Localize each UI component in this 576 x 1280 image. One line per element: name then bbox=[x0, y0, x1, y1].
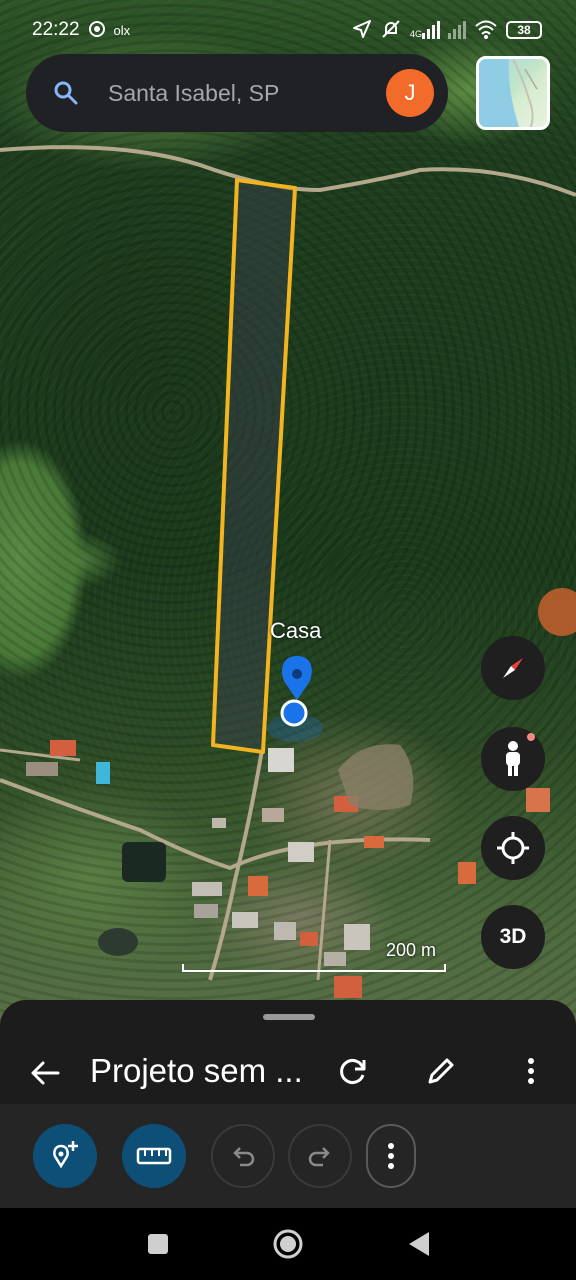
rooftop bbox=[192, 882, 222, 896]
status-left: 22:22 olx bbox=[32, 19, 130, 41]
mobile-signal-icon: 4G bbox=[410, 21, 440, 39]
account-avatar[interactable]: J bbox=[386, 69, 434, 117]
project-sheet[interactable]: Projeto sem ... bbox=[0, 1000, 576, 1208]
rooftop bbox=[262, 808, 284, 822]
rooftop bbox=[26, 762, 58, 776]
street-view-button[interactable] bbox=[481, 727, 545, 791]
clearing bbox=[338, 744, 414, 810]
search-icon bbox=[54, 81, 78, 105]
scale-label: 200 m bbox=[385, 940, 436, 960]
rooftop bbox=[212, 818, 226, 828]
placemark-label[interactable]: Casa bbox=[270, 618, 321, 644]
placemark-anchor bbox=[280, 699, 308, 727]
pond bbox=[122, 842, 166, 882]
street-view-dot bbox=[527, 733, 535, 741]
search-input[interactable]: Santa Isabel, SP bbox=[108, 80, 386, 107]
add-placemark-button[interactable] bbox=[33, 1124, 97, 1188]
map-thumbnail bbox=[479, 59, 538, 127]
project-toolbar bbox=[0, 1104, 576, 1208]
home-icon bbox=[273, 1229, 303, 1259]
location-arrow-icon bbox=[352, 19, 372, 42]
olx-notification-icon: olx bbox=[113, 22, 131, 38]
ruler-icon bbox=[136, 1147, 172, 1165]
my-location-icon bbox=[497, 832, 529, 864]
map-style-button[interactable] bbox=[476, 56, 550, 130]
placemark-pin-dot bbox=[292, 669, 302, 679]
refresh-icon[interactable] bbox=[336, 1054, 370, 1088]
compass-icon bbox=[503, 658, 523, 678]
recents-button[interactable] bbox=[140, 1226, 176, 1262]
more-vert-icon[interactable] bbox=[514, 1054, 548, 1088]
redo-icon bbox=[308, 1147, 330, 1167]
bell-off-icon bbox=[380, 18, 402, 43]
rooftop bbox=[232, 912, 258, 928]
redo-button[interactable] bbox=[288, 1124, 352, 1188]
camera-notification-icon bbox=[88, 20, 106, 41]
undo-button[interactable] bbox=[211, 1124, 275, 1188]
map-overlay bbox=[0, 145, 576, 998]
pencil-icon[interactable] bbox=[424, 1054, 458, 1088]
sheet-drag-handle[interactable] bbox=[263, 1014, 315, 1020]
home-button[interactable] bbox=[270, 1226, 306, 1262]
recents-icon bbox=[148, 1234, 168, 1254]
my-location-button[interactable] bbox=[481, 816, 545, 880]
system-nav-bar bbox=[0, 1208, 576, 1280]
rooftop bbox=[364, 836, 384, 848]
placemark-casa[interactable] bbox=[267, 656, 323, 742]
compass-button[interactable] bbox=[481, 636, 545, 700]
back-nav-button[interactable] bbox=[400, 1226, 436, 1262]
satellite-map[interactable] bbox=[0, 0, 576, 1030]
scale-bar: 200 m bbox=[182, 940, 446, 972]
rooftop bbox=[458, 862, 476, 884]
project-title[interactable]: Projeto sem ... bbox=[90, 1052, 303, 1090]
toolbar-more-button[interactable] bbox=[366, 1124, 416, 1188]
rooftop bbox=[50, 740, 76, 756]
rooftop bbox=[526, 788, 550, 812]
status-right: 4G 38 bbox=[352, 18, 542, 43]
arrow-back-icon[interactable] bbox=[28, 1056, 62, 1090]
network-type: 4G bbox=[409, 29, 422, 39]
rooftop bbox=[274, 922, 296, 940]
rooftop bbox=[288, 842, 314, 862]
search-bar[interactable]: Santa Isabel, SP J bbox=[26, 54, 448, 132]
rooftop bbox=[268, 748, 294, 772]
rooftop bbox=[194, 904, 218, 918]
project-header: Projeto sem ... bbox=[0, 1040, 576, 1104]
mobile-signal-2-icon bbox=[448, 21, 466, 39]
status-time: 22:22 bbox=[32, 19, 80, 40]
battery-icon: 38 bbox=[506, 21, 542, 39]
undo-icon bbox=[233, 1147, 255, 1167]
scale-line bbox=[182, 964, 446, 972]
back-triangle-icon bbox=[409, 1232, 429, 1256]
pool bbox=[96, 762, 110, 784]
pond bbox=[98, 928, 138, 956]
wifi-icon bbox=[474, 19, 498, 42]
more-vert-icon bbox=[388, 1143, 394, 1169]
rooftop bbox=[334, 976, 362, 998]
measure-button[interactable] bbox=[122, 1124, 186, 1188]
3d-toggle-button[interactable]: 3D bbox=[481, 905, 545, 969]
status-bar: 22:22 olx 4G 38 bbox=[0, 0, 576, 60]
pegman-icon bbox=[506, 741, 520, 776]
add-placemark-icon bbox=[53, 1141, 78, 1169]
rooftop bbox=[248, 876, 268, 896]
